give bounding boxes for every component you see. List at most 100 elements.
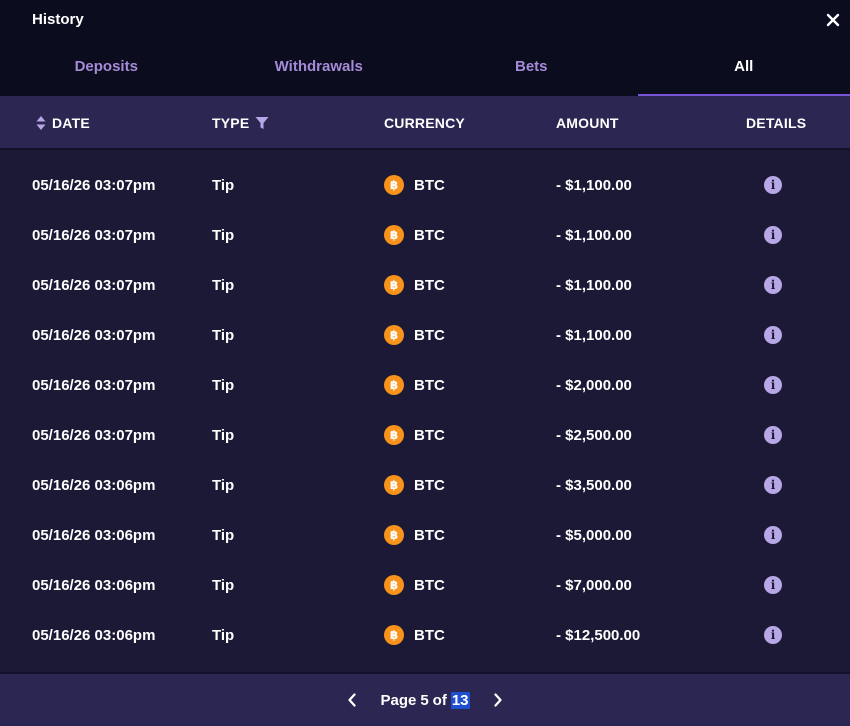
- currency-cell: ฿ BTC: [384, 610, 445, 660]
- info-icon[interactable]: i: [764, 226, 782, 244]
- window-header: History: [0, 0, 850, 42]
- bitcoin-icon: ฿: [384, 625, 404, 645]
- tab-withdrawals[interactable]: Withdrawals: [213, 42, 426, 96]
- date-cell: 05/16/26 03:07pm: [32, 276, 156, 294]
- table-header: DATE TYPE CURRENCY AMOUNT DETAILS: [0, 96, 850, 150]
- details-cell: i: [764, 260, 782, 310]
- pagination-bar: Page 5 of 13: [0, 672, 850, 726]
- details-cell: i: [764, 560, 782, 610]
- bitcoin-icon: ฿: [384, 525, 404, 545]
- currency-label: BTC: [414, 176, 445, 194]
- type-cell: Tip: [212, 626, 235, 644]
- type-cell: Tip: [212, 176, 235, 194]
- table-row: 05/16/26 03:07pm Tip ฿ BTC - $1,100.00 i: [0, 310, 850, 360]
- total-pages: 13: [450, 691, 470, 709]
- type-cell: Tip: [212, 376, 235, 394]
- details-cell: i: [764, 310, 782, 360]
- tab-deposits[interactable]: Deposits: [0, 42, 213, 96]
- date-cell: 05/16/26 03:06pm: [32, 526, 156, 544]
- tab-all[interactable]: All: [637, 42, 850, 96]
- currency-label: BTC: [414, 476, 445, 494]
- sort-icon[interactable]: [36, 115, 46, 131]
- table-row: 05/16/26 03:07pm Tip ฿ BTC - $2,000.00 i: [0, 360, 850, 410]
- bitcoin-icon: ฿: [384, 425, 404, 445]
- date-cell: 05/16/26 03:07pm: [32, 376, 156, 394]
- column-header-details: DETAILS: [746, 96, 806, 150]
- date-cell: 05/16/26 03:07pm: [32, 326, 156, 344]
- bitcoin-icon: ฿: [384, 375, 404, 395]
- tab-label: All: [734, 57, 754, 75]
- column-header-currency: CURRENCY: [384, 96, 465, 150]
- column-header-label: DETAILS: [746, 115, 807, 131]
- table-row: 05/16/26 03:07pm Tip ฿ BTC - $1,100.00 i: [0, 160, 850, 210]
- amount-cell: - $7,000.00: [556, 576, 632, 594]
- info-icon[interactable]: i: [764, 626, 782, 644]
- column-header-date[interactable]: DATE: [36, 96, 90, 150]
- details-cell: i: [764, 160, 782, 210]
- amount-cell: - $12,500.00: [556, 626, 641, 644]
- currency-cell: ฿ BTC: [384, 460, 445, 510]
- type-cell: Tip: [212, 476, 235, 494]
- info-icon[interactable]: i: [764, 176, 782, 194]
- tab-label: Bets: [514, 57, 548, 75]
- date-cell: 05/16/26 03:07pm: [32, 176, 156, 194]
- details-cell: i: [764, 360, 782, 410]
- currency-cell: ฿ BTC: [384, 260, 445, 310]
- amount-cell: - $3,500.00: [556, 476, 632, 494]
- bitcoin-icon: ฿: [384, 175, 404, 195]
- info-icon[interactable]: i: [764, 426, 782, 444]
- chevron-left-icon: [348, 693, 357, 707]
- type-cell: Tip: [212, 226, 235, 244]
- amount-cell: - $1,100.00: [556, 226, 632, 244]
- window-title: History: [32, 11, 84, 28]
- amount-cell: - $1,100.00: [556, 326, 632, 344]
- info-icon[interactable]: i: [764, 326, 782, 344]
- currency-label: BTC: [414, 376, 445, 394]
- column-header-label: TYPE: [212, 115, 250, 131]
- close-button[interactable]: [822, 8, 844, 32]
- chevron-right-icon: [493, 693, 502, 707]
- info-icon[interactable]: i: [764, 526, 782, 544]
- tab-bets[interactable]: Bets: [425, 42, 638, 96]
- column-header-label: AMOUNT: [556, 115, 619, 131]
- details-cell: i: [764, 510, 782, 560]
- bitcoin-icon: ฿: [384, 225, 404, 245]
- pagination: Page 5 of 13: [338, 686, 511, 714]
- amount-cell: - $2,500.00: [556, 426, 632, 444]
- table-row: 05/16/26 03:07pm Tip ฿ BTC - $1,100.00 i: [0, 210, 850, 260]
- currency-cell: ฿ BTC: [384, 510, 445, 560]
- details-cell: i: [764, 210, 782, 260]
- amount-cell: - $1,100.00: [556, 276, 632, 294]
- currency-label: BTC: [414, 526, 445, 544]
- date-cell: 05/16/26 03:06pm: [32, 576, 156, 594]
- currency-label: BTC: [414, 276, 445, 294]
- tab-label: Deposits: [74, 57, 138, 75]
- details-cell: i: [764, 610, 782, 660]
- table-row: 05/16/26 03:07pm Tip ฿ BTC - $2,500.00 i: [0, 410, 850, 460]
- info-icon[interactable]: i: [764, 576, 782, 594]
- table-row: 05/16/26 03:06pm Tip ฿ BTC - $12,500.00 i: [0, 610, 850, 660]
- next-page-button[interactable]: [484, 686, 512, 714]
- currency-label: BTC: [414, 326, 445, 344]
- current-page: 5: [420, 691, 429, 709]
- tab-label: Withdrawals: [274, 57, 363, 75]
- currency-label: BTC: [414, 626, 445, 644]
- date-cell: 05/16/26 03:06pm: [32, 476, 156, 494]
- table-row: 05/16/26 03:06pm Tip ฿ BTC - $3,500.00 i: [0, 460, 850, 510]
- details-cell: i: [764, 460, 782, 510]
- page-prefix: Page: [380, 691, 417, 709]
- table-row: 05/16/26 03:06pm Tip ฿ BTC - $7,000.00 i: [0, 560, 850, 610]
- table-body: 05/16/26 03:07pm Tip ฿ BTC - $1,100.00 i …: [0, 160, 850, 660]
- type-cell: Tip: [212, 276, 235, 294]
- currency-cell: ฿ BTC: [384, 160, 445, 210]
- info-icon[interactable]: i: [764, 376, 782, 394]
- info-icon[interactable]: i: [764, 276, 782, 294]
- column-header-type[interactable]: TYPE: [212, 96, 269, 150]
- currency-label: BTC: [414, 426, 445, 444]
- column-header-amount: AMOUNT: [556, 96, 619, 150]
- info-icon[interactable]: i: [764, 476, 782, 494]
- page-of-label: of: [432, 691, 447, 709]
- previous-page-button[interactable]: [338, 686, 366, 714]
- table-row: 05/16/26 03:07pm Tip ฿ BTC - $1,100.00 i: [0, 260, 850, 310]
- filter-icon[interactable]: [255, 116, 269, 130]
